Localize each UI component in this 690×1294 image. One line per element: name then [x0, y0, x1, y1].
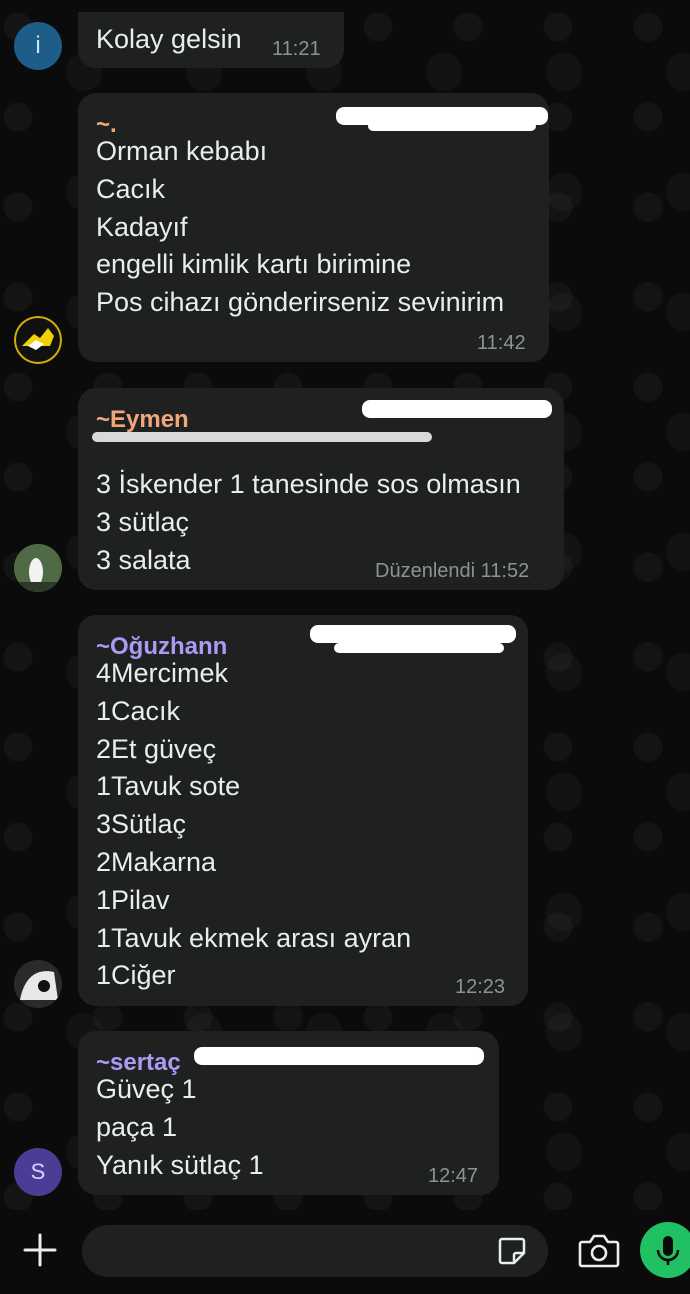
message-line: 1Cacık	[96, 695, 181, 726]
message-line: Yanık sütlaç 1	[96, 1149, 264, 1180]
message-bubble-2[interactable]: ~. Orman kebabı Cacık Kadayıf engelli ki…	[78, 93, 549, 362]
message-line: 1Pilav	[96, 884, 170, 915]
message-line: Pos cihazı gönderirseniz sevinirim	[96, 287, 505, 318]
redaction-scribble	[368, 121, 536, 131]
redaction-scribble	[194, 1047, 484, 1065]
message-line: engelli kimlik kartı birimine	[96, 249, 412, 280]
message-bubble-5[interactable]: ~sertaç Güveç 1 paça 1 Yanık sütlaç 1 12…	[78, 1031, 499, 1195]
photo-avatar-icon[interactable]	[14, 960, 62, 1008]
team-logo-icon-svg	[14, 316, 62, 364]
message-bubble-4[interactable]: ~Oğuzhann 4Mercimek 1Cacık 2Et güveç 1Ta…	[78, 615, 528, 1006]
message-line: 1Tavuk ekmek arası ayran	[96, 922, 412, 953]
message-text: Güveç 1 paça 1 Yanık sütlaç 1	[96, 1071, 264, 1184]
message-text: Kolay gelsin	[96, 21, 242, 59]
photo-avatar-icon[interactable]	[14, 544, 62, 592]
avatar-letter: i	[35, 32, 41, 59]
avatar-s[interactable]: S	[14, 1148, 62, 1196]
plus-icon-svg	[23, 1233, 57, 1267]
message-bubble-1[interactable]: Kolay gelsin 11:21	[78, 12, 344, 68]
camera-icon[interactable]	[578, 1232, 620, 1268]
message-line: paça 1	[96, 1111, 178, 1142]
photo-avatar-icon-svg	[14, 960, 62, 1008]
message-line: 2Et güveç	[96, 733, 217, 764]
redaction-scribble	[92, 432, 432, 442]
message-time: Düzenlendi 11:52	[375, 560, 530, 582]
message-text: 4Mercimek 1Cacık 2Et güveç 1Tavuk sote 3…	[96, 655, 411, 995]
message-line: Kolay gelsin	[96, 24, 242, 54]
message-line: 4Mercimek	[96, 658, 229, 688]
message-line: Cacık	[96, 173, 166, 204]
sticker-icon-svg	[498, 1237, 526, 1265]
camera-icon-svg	[578, 1234, 620, 1268]
message-line: Güveç 1	[96, 1074, 197, 1104]
message-line: 2Makarna	[96, 846, 217, 877]
message-time: 11:42	[477, 332, 526, 354]
avatar-letter: S	[30, 1159, 46, 1184]
message-text: Orman kebabı Cacık Kadayıf engelli kimli…	[96, 133, 504, 322]
redaction-scribble	[310, 625, 516, 643]
redaction-scribble	[362, 400, 552, 418]
message-bubble-3[interactable]: ~Eymen 3 İskender 1 tanesinde sos olması…	[78, 388, 564, 590]
message-line: 1Tavuk sote	[96, 771, 241, 802]
message-line: 3Sütlaç	[96, 809, 187, 840]
message-input[interactable]	[82, 1225, 548, 1277]
plus-icon[interactable]	[22, 1232, 58, 1268]
sender-name[interactable]: ~Eymen	[96, 406, 189, 434]
message-line: 3 sütlaç	[96, 506, 190, 537]
message-line: Kadayıf	[96, 211, 188, 242]
team-logo-icon[interactable]	[14, 316, 62, 364]
message-line: 1Ciğer	[96, 960, 176, 991]
sticker-icon[interactable]	[496, 1235, 528, 1267]
message-time: 11:21	[272, 38, 321, 60]
redaction-scribble	[334, 643, 504, 653]
photo-avatar-icon-svg	[14, 544, 62, 592]
message-line: 3 İskender 1 tanesinde sos olmasın	[96, 469, 521, 499]
message-time: 12:47	[428, 1165, 479, 1187]
microphone-button[interactable]	[640, 1222, 690, 1278]
top-edge	[0, 0, 690, 6]
message-line: Orman kebabı	[96, 136, 268, 166]
message-time: 12:23	[455, 976, 506, 998]
avatar-i[interactable]: i	[14, 22, 62, 70]
microphone-icon	[656, 1236, 680, 1265]
